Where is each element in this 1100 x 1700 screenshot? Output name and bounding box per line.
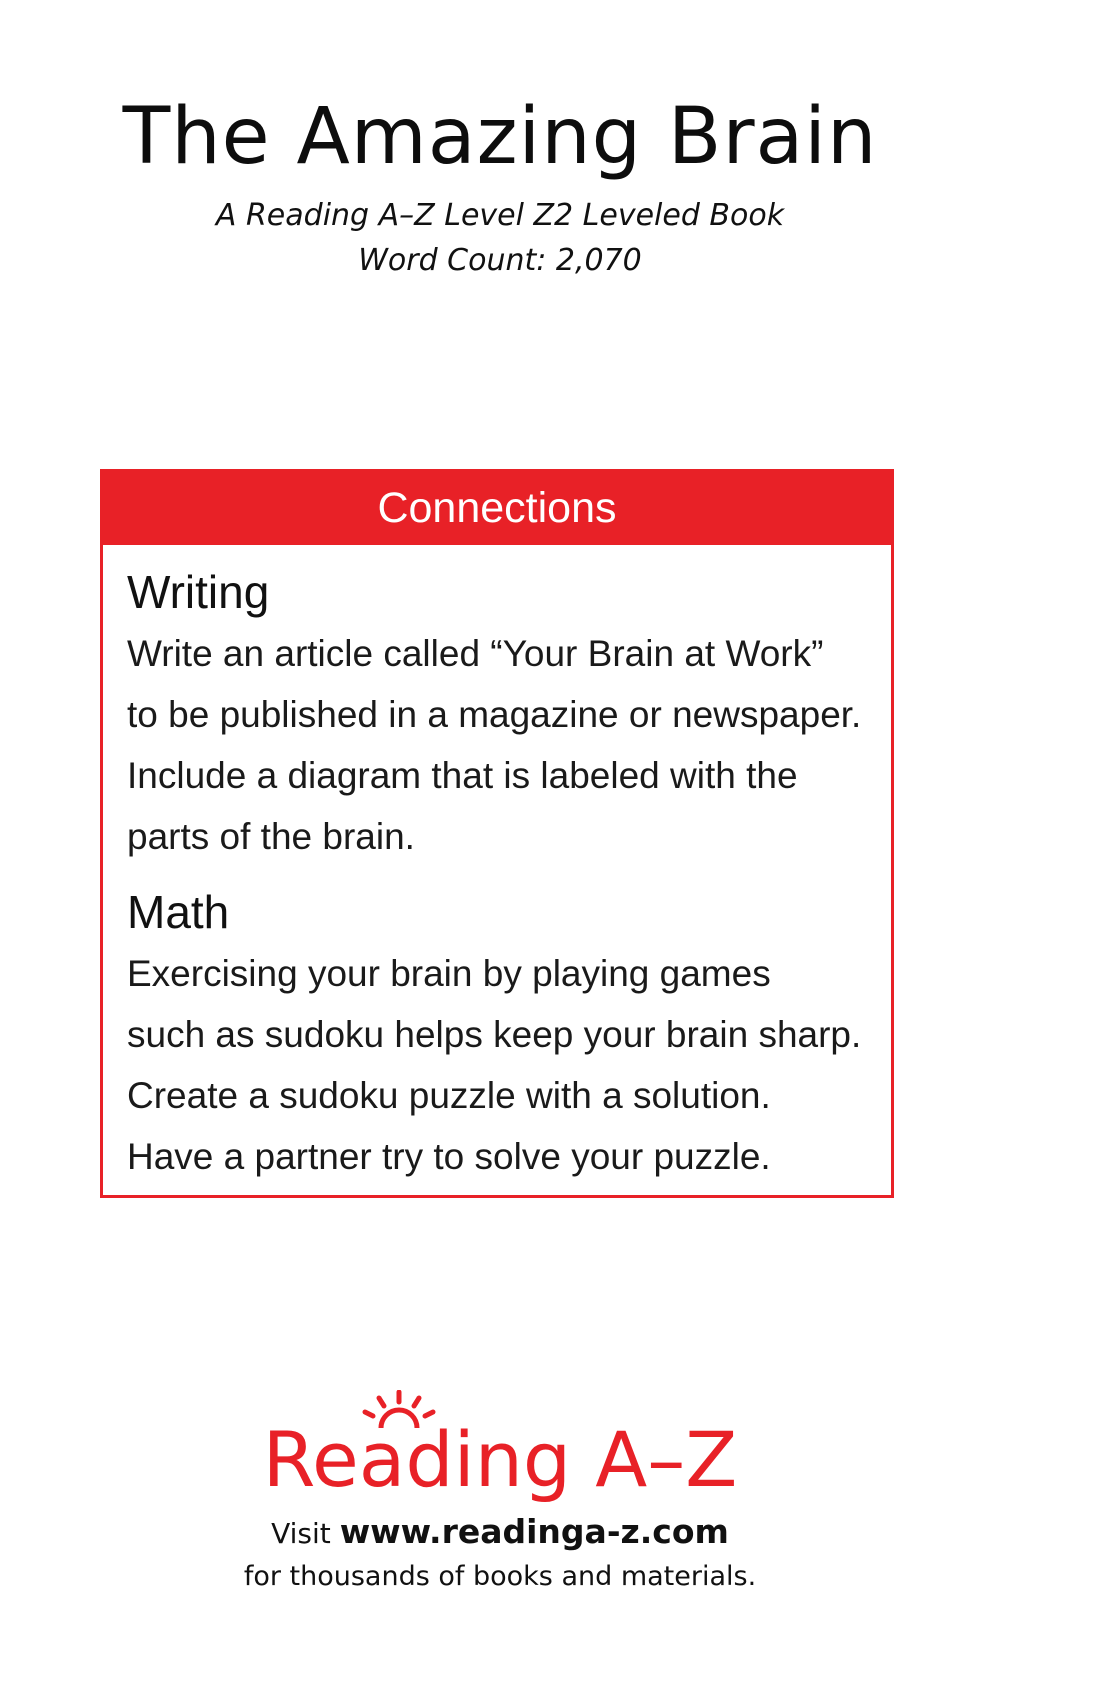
connections-body: Writing Write an article called “Your Br…	[103, 545, 891, 1187]
logo-text: Reading A–Z	[262, 1415, 738, 1504]
section-writing: Writing Write an article called “Your Br…	[127, 561, 865, 867]
visit-prefix: Visit	[271, 1517, 331, 1550]
section-text-math: Exercising your brain by playing games s…	[127, 953, 862, 1177]
book-level-line: A Reading A–Z Level Z2 Leveled Book	[215, 198, 785, 233]
connections-header: Connections	[103, 472, 891, 545]
visit-line: Visit www.readinga-z.com	[0, 1510, 1000, 1556]
section-title-writing: Writing	[127, 566, 270, 618]
reading-az-logo: Reading A–Z	[0, 1390, 1000, 1510]
section-math: Math Exercising your brain by playing ga…	[127, 881, 865, 1187]
connections-box: Connections Writing Write an article cal…	[100, 469, 894, 1198]
word-count-line: Word Count: 2,070	[358, 243, 642, 278]
section-text-writing: Write an article called “Your Brain at W…	[127, 633, 862, 857]
tagline: for thousands of books and materials.	[243, 1561, 757, 1592]
book-title: The Amazing Brain	[122, 92, 878, 182]
section-title-math: Math	[127, 886, 230, 938]
website-link[interactable]: www.readinga-z.com	[340, 1512, 729, 1551]
